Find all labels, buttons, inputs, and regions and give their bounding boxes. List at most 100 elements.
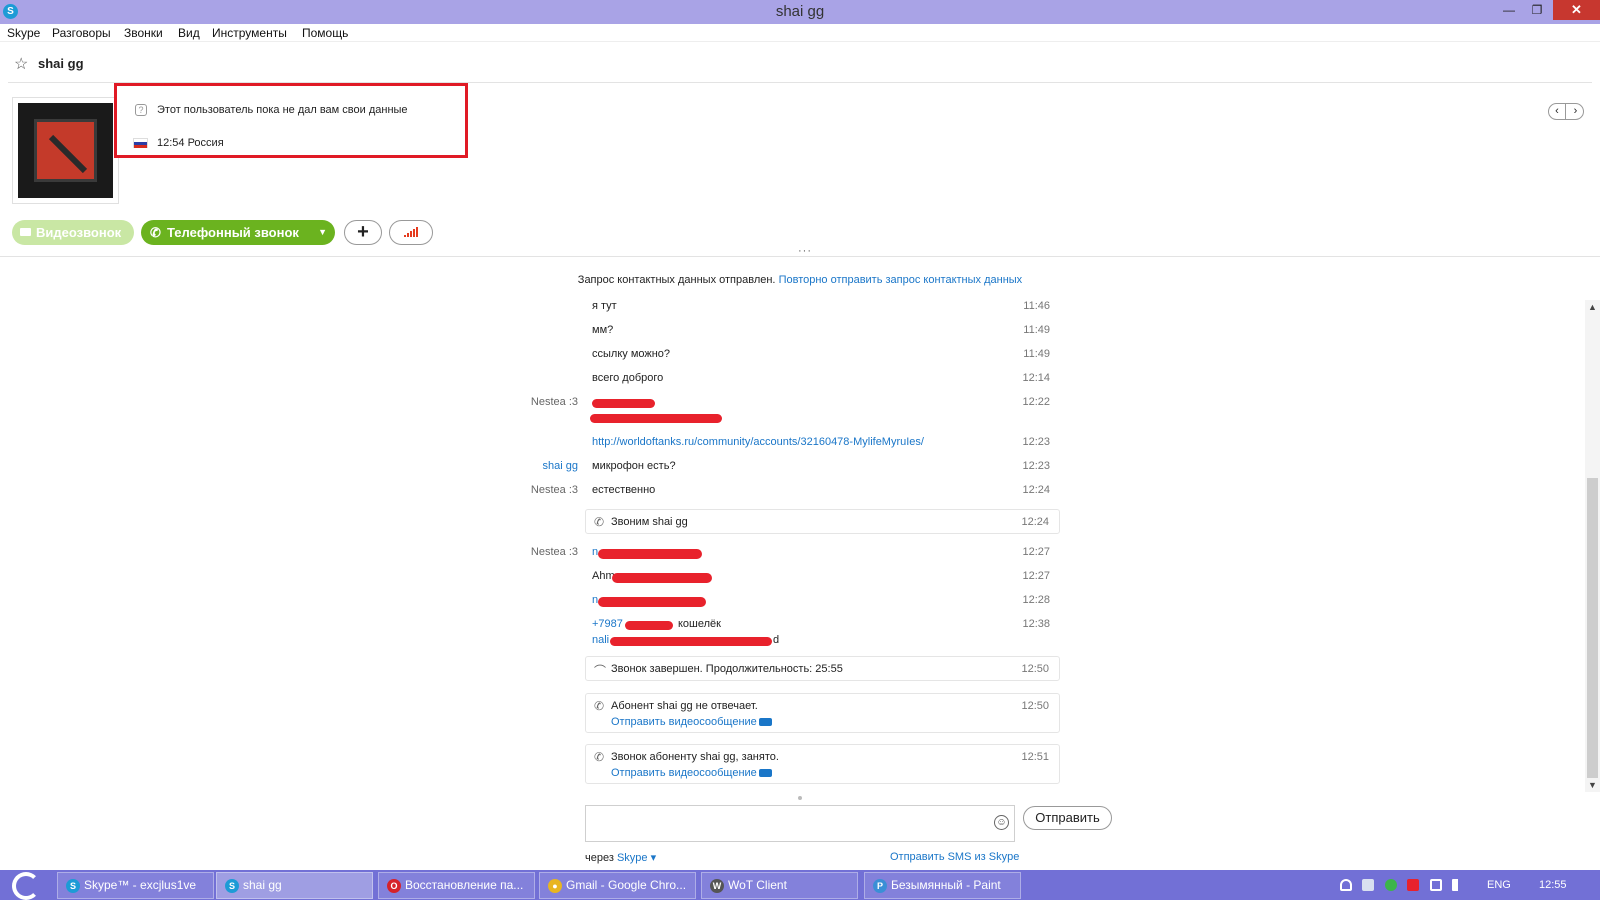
- send-sms-link[interactable]: Отправить SMS из Skype: [890, 851, 1019, 863]
- russia-flag-icon: [133, 138, 148, 148]
- window-title: shai gg: [775, 3, 825, 20]
- contact-local-time: 12:54 Россия: [157, 137, 224, 149]
- message-sender: Nestea :3: [530, 484, 578, 496]
- message-sender[interactable]: shai gg: [0, 460, 578, 472]
- title-bar: S shai gg — ❐ ✕: [0, 0, 1600, 24]
- menu-conversations[interactable]: Разговоры: [52, 26, 111, 40]
- compose-resize-handle[interactable]: [798, 796, 802, 800]
- contact-info-box: ? Этот пользователь пока не дал вам свои…: [114, 83, 468, 158]
- call-quality-button[interactable]: [389, 220, 433, 245]
- network-tool-icon[interactable]: [1362, 879, 1374, 891]
- send-video-message-link[interactable]: Отправить видеосообщение: [611, 767, 772, 779]
- message-text: микрофон есть?: [592, 460, 676, 472]
- emoticon-icon[interactable]: ☺: [994, 815, 1009, 830]
- divider: [0, 256, 1600, 257]
- menu-help[interactable]: Помощь: [302, 26, 348, 40]
- message-time: 12:28: [1022, 594, 1050, 606]
- taskbar-item-skype-main[interactable]: S Skype™ - excjlus1ve: [57, 872, 214, 899]
- maximize-button[interactable]: ❐: [1523, 0, 1551, 20]
- skype-icon: S: [66, 879, 80, 893]
- message-time: 12:22: [1022, 396, 1050, 408]
- taskbar-item-skype-chat[interactable]: S shai gg: [216, 872, 373, 899]
- notification-bell-icon[interactable]: [1340, 879, 1352, 891]
- chrome-icon: ●: [548, 879, 562, 893]
- redaction-mark: [598, 549, 702, 559]
- message-sender: Nestea :3: [530, 546, 578, 558]
- avatar-logo: [34, 119, 97, 182]
- message-time: 12:27: [1022, 546, 1050, 558]
- contact-avatar-frame[interactable]: [12, 97, 119, 204]
- minimize-button[interactable]: —: [1495, 0, 1523, 20]
- resend-request-link[interactable]: Повторно отправить запрос контактных дан…: [779, 274, 1023, 286]
- menu-view[interactable]: Вид: [178, 26, 200, 40]
- chevron-right-icon[interactable]: ›: [1567, 104, 1584, 119]
- system-clock[interactable]: 12:55: [1539, 870, 1567, 900]
- message-text: d: [773, 634, 780, 646]
- start-logo-icon: [12, 872, 40, 900]
- phone-icon: ✆: [594, 515, 605, 529]
- message-time: 12:23: [1022, 436, 1050, 448]
- input-language[interactable]: ENG: [1487, 870, 1511, 900]
- message-time: 11:46: [1023, 300, 1050, 312]
- unknown-user-icon: ?: [135, 104, 147, 116]
- message-time: 12:27: [1022, 570, 1050, 582]
- message-text: nali: [592, 634, 610, 646]
- message-input[interactable]: ☺: [585, 805, 1015, 842]
- scroll-up-icon[interactable]: ▲: [1585, 302, 1600, 312]
- volume-icon[interactable]: [1452, 879, 1464, 891]
- scroll-thumb[interactable]: [1587, 478, 1598, 778]
- chat-history[interactable]: я тут 11:46 мм? 11:49 ссылку можно? 11:4…: [0, 300, 1585, 792]
- message-text: естественно: [592, 484, 656, 496]
- service-selector[interactable]: Skype: [617, 852, 648, 864]
- message-link[interactable]: http://worldoftanks.ru/community/account…: [592, 436, 924, 448]
- call-event-card: ✆ Абонент shai gg не отвечает. Отправить…: [585, 693, 1060, 733]
- menu-bar: Skype Разговоры Звонки Вид Инструменты П…: [0, 24, 1600, 42]
- wot-icon: W: [710, 879, 724, 893]
- send-video-message-link[interactable]: Отправить видеосообщение: [611, 716, 772, 728]
- via-service: через Skype ▾: [585, 852, 657, 864]
- avatar: [18, 103, 113, 198]
- close-button[interactable]: ✕: [1553, 0, 1600, 20]
- security-check-icon[interactable]: [1385, 879, 1397, 891]
- skype-icon: S: [225, 879, 239, 893]
- call-event-card: ✆ Звонок абоненту shai gg, занято. Отпра…: [585, 744, 1060, 784]
- contact-request-note: Запрос контактных данных отправлен. Повт…: [577, 274, 1023, 286]
- phone-icon: ✆: [594, 699, 605, 713]
- action-center-warning-icon[interactable]: [1407, 879, 1419, 891]
- video-call-button[interactable]: Видеозвонок: [12, 220, 134, 245]
- message-time: 12:14: [1022, 372, 1050, 384]
- message-text: я тут: [592, 300, 617, 312]
- chevron-down-icon[interactable]: ▾: [651, 852, 657, 864]
- phone-call-button[interactable]: ✆ Телефонный звонок ▼: [141, 220, 335, 245]
- scroll-down-icon[interactable]: ▼: [1585, 780, 1600, 790]
- network-icon[interactable]: [1430, 879, 1442, 891]
- redaction-mark: [610, 637, 772, 646]
- message-sender: Nestea :3: [530, 396, 578, 408]
- paint-icon: P: [873, 879, 887, 893]
- chevron-left-icon[interactable]: ‹: [1549, 104, 1566, 119]
- start-button[interactable]: [8, 871, 44, 900]
- add-participant-button[interactable]: +: [344, 220, 382, 245]
- message-time: 12:38: [1022, 618, 1050, 630]
- send-button[interactable]: Отправить: [1023, 806, 1112, 830]
- redaction-mark: [625, 621, 673, 630]
- message-time: 12:24: [1022, 484, 1050, 496]
- message-time: 12:23: [1022, 460, 1050, 472]
- taskbar-item-wot[interactable]: W WoT Client: [701, 872, 858, 899]
- opera-icon: O: [387, 879, 401, 893]
- menu-skype[interactable]: Skype: [7, 26, 40, 40]
- taskbar-item-opera[interactable]: O Восстановление па...: [378, 872, 535, 899]
- menu-calls[interactable]: Звонки: [124, 26, 163, 40]
- message-text: кошелёк: [678, 618, 721, 630]
- favorite-star-icon[interactable]: ☆: [14, 54, 28, 74]
- taskbar-item-paint[interactable]: P Безымянный - Paint: [864, 872, 1021, 899]
- message-text: всего доброго: [592, 372, 664, 384]
- chat-scrollbar[interactable]: ▲ ▼: [1585, 300, 1600, 792]
- taskbar-item-chrome[interactable]: ● Gmail - Google Chro...: [539, 872, 696, 899]
- message-text: +7987: [592, 618, 623, 630]
- contact-name: shai gg: [38, 56, 84, 71]
- menu-tools[interactable]: Инструменты: [212, 26, 287, 40]
- message-time: 11:49: [1023, 348, 1050, 360]
- chevron-down-icon[interactable]: ▼: [318, 220, 327, 245]
- camera-icon: [20, 228, 31, 236]
